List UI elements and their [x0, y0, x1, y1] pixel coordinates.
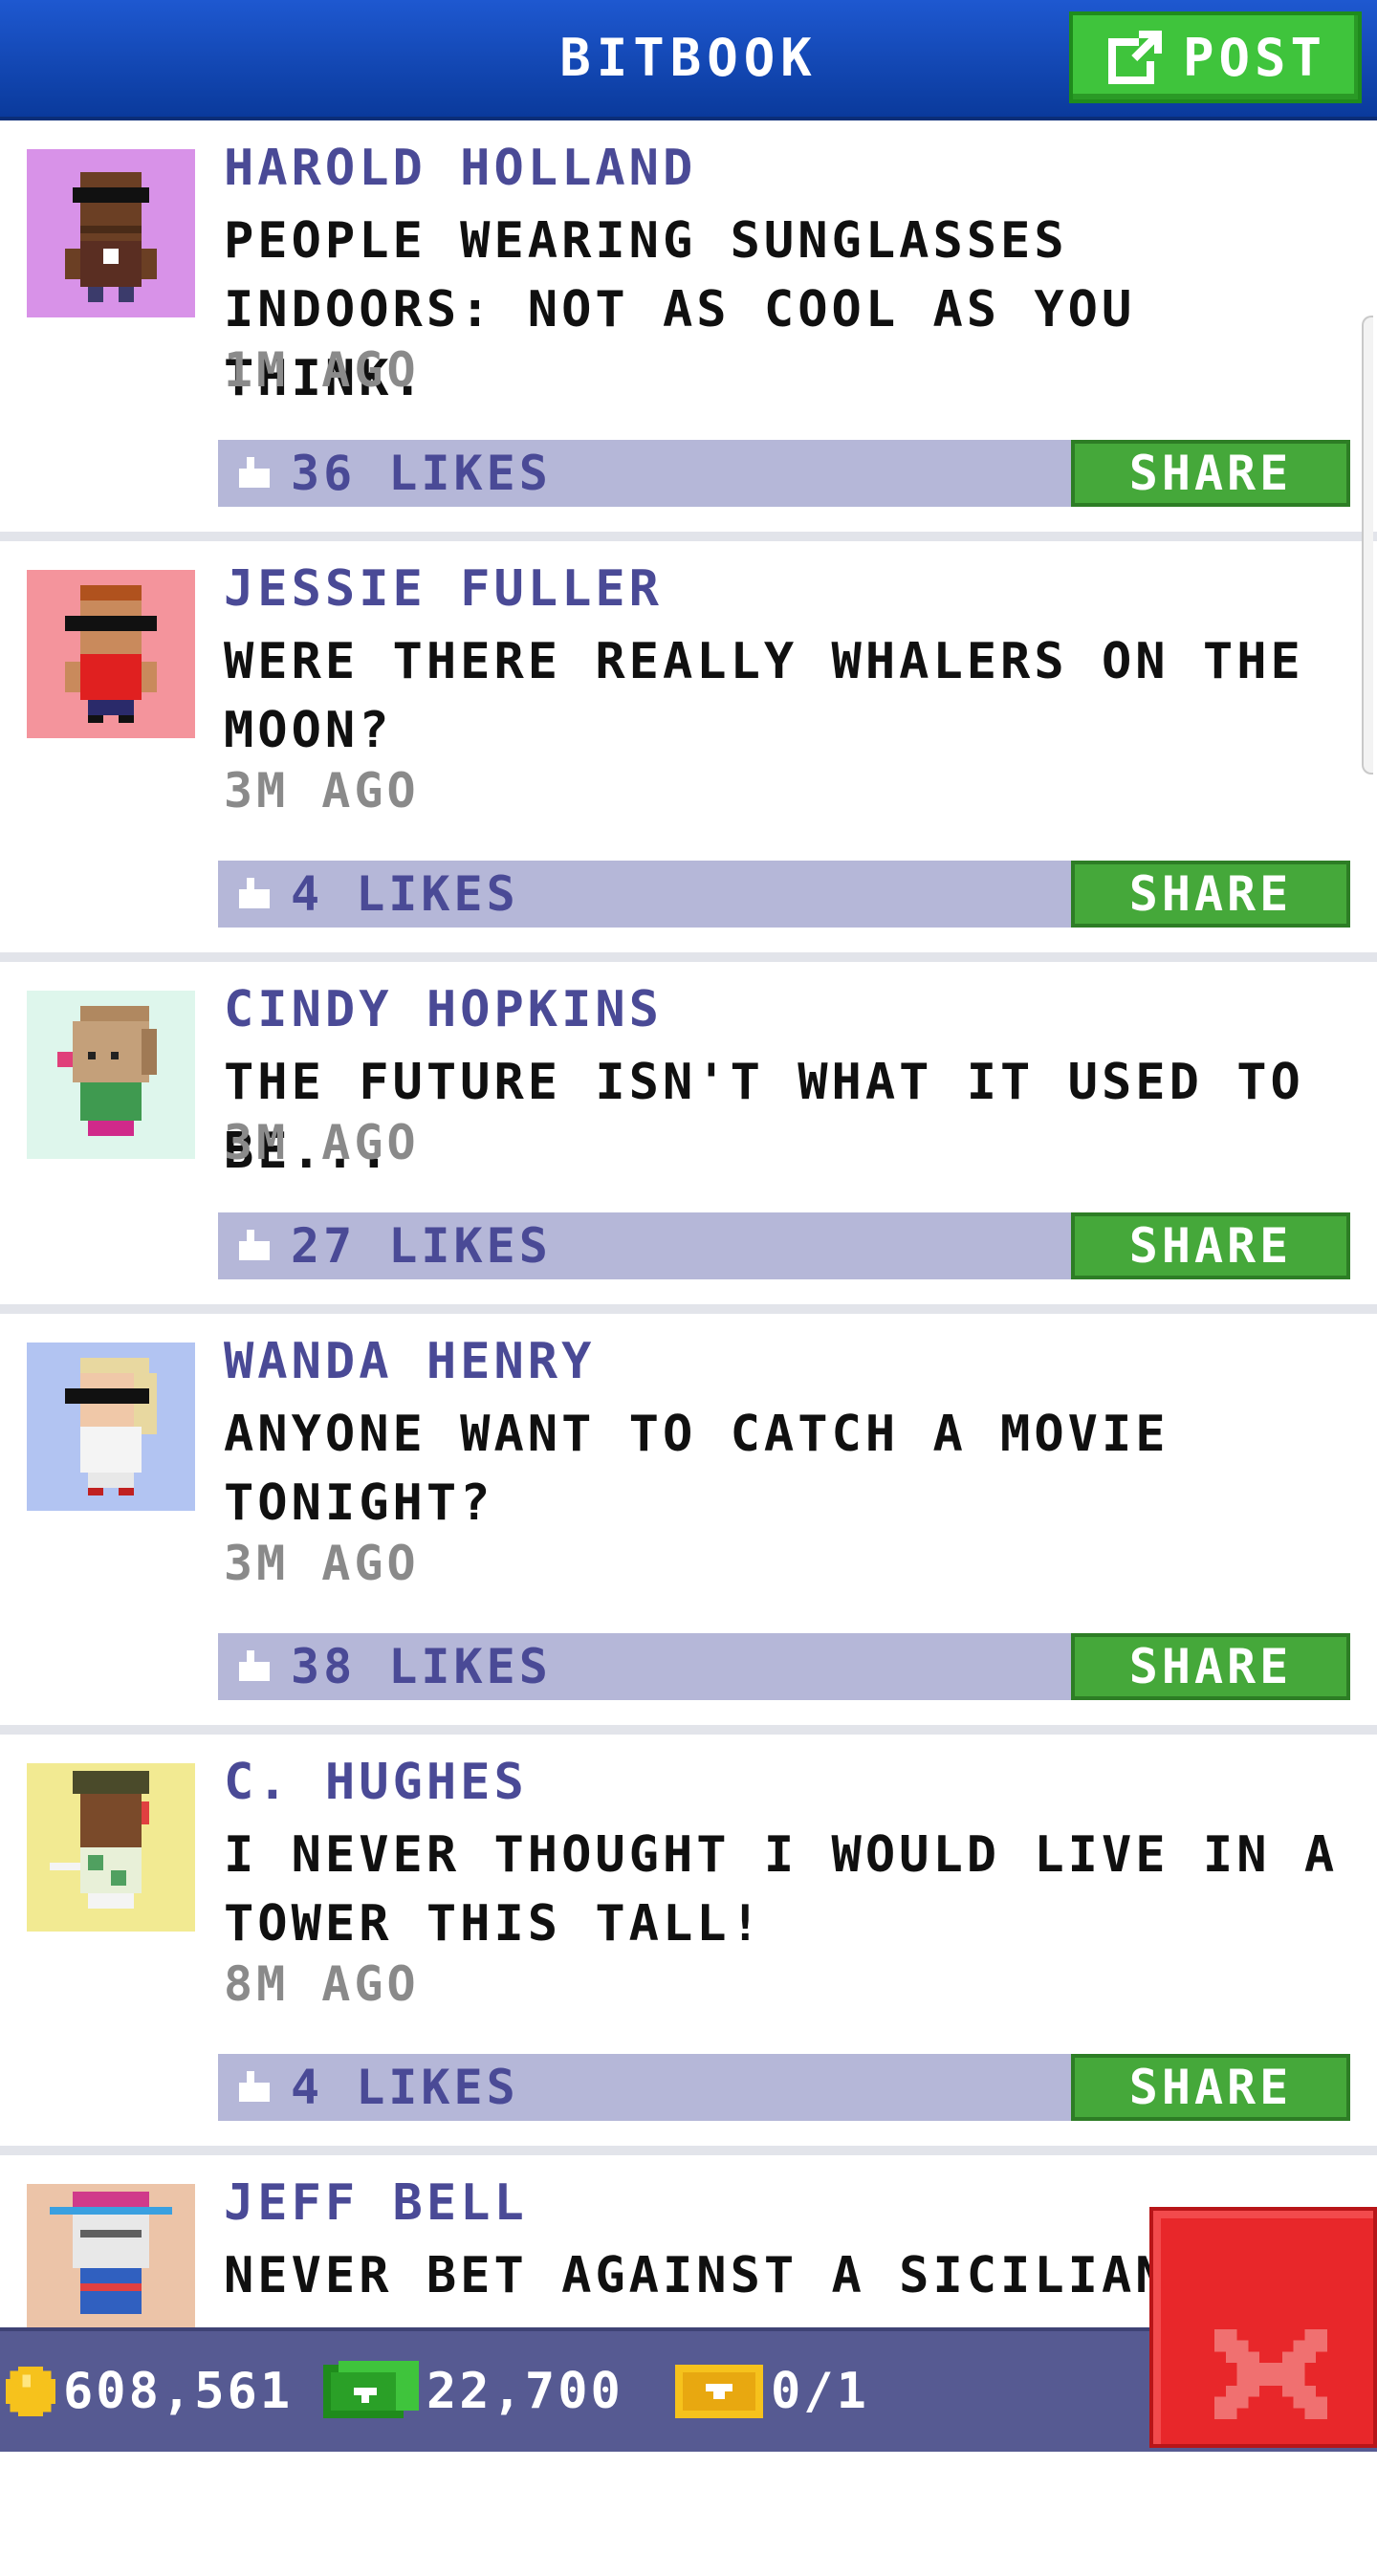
post-author[interactable]: HAROLD HOLLAND [224, 140, 696, 197]
like-count: 36 LIKES [291, 446, 552, 501]
coins-display: 608,561 [6, 2331, 293, 2452]
thumbs-up-icon[interactable] [235, 1230, 273, 1264]
avatar[interactable] [27, 991, 195, 1159]
post-time: 3M AGO [224, 1536, 420, 1591]
bux-icon [323, 2361, 419, 2418]
feed-post: JESSIE FULLER WERE THERE REALLY WHALERS … [0, 541, 1377, 962]
like-count: 4 LIKES [291, 866, 519, 922]
avatar[interactable] [27, 570, 195, 738]
feed-post: HAROLD HOLLAND PEOPLE WEARING SUNGLASSES… [0, 120, 1377, 541]
post-message: ANYONE WANT TO CATCH A MOVIE TONIGHT? [224, 1406, 1169, 1532]
post-author[interactable]: CINDY HOPKINS [224, 981, 663, 1038]
post-time: 3M AGO [224, 1115, 420, 1170]
coins-value: 608,561 [63, 2363, 294, 2420]
avatar[interactable] [27, 1763, 195, 1932]
post-time: 3M AGO [224, 763, 420, 819]
close-button[interactable] [1149, 2207, 1377, 2448]
close-icon [1214, 2328, 1327, 2420]
like-bar: 4 LIKES SHARE [218, 861, 1350, 928]
avatar[interactable] [27, 149, 195, 317]
like-count: 27 LIKES [291, 1218, 552, 1274]
tickets-value: 0/1 [771, 2363, 869, 2420]
thumbs-up-icon[interactable] [235, 1650, 273, 1685]
thumbs-up-icon[interactable] [235, 457, 273, 491]
share-button[interactable]: SHARE [1071, 440, 1350, 507]
tickets-display: 0/1 [675, 2331, 869, 2452]
post-button[interactable]: POST [1069, 11, 1362, 103]
share-button[interactable]: SHARE [1071, 861, 1350, 928]
share-button[interactable]: SHARE [1071, 1212, 1350, 1279]
post-author[interactable]: WANDA HENRY [224, 1333, 595, 1390]
app-header: BITBOOK POST [0, 0, 1377, 120]
thumbs-up-icon[interactable] [235, 878, 273, 912]
bux-value: 22,700 [426, 2363, 623, 2420]
thumbs-up-icon[interactable] [235, 2071, 273, 2106]
share-button[interactable]: SHARE [1071, 2054, 1350, 2121]
feed-post: C. HUGHES I NEVER THOUGHT I WOULD LIVE I… [0, 1735, 1377, 2155]
post-message: WERE THERE REALLY WHALERS ON THE MOON? [224, 633, 1304, 759]
feed-post: WANDA HENRY ANYONE WANT TO CATCH A MOVIE… [0, 1314, 1377, 1735]
post-author[interactable]: JESSIE FULLER [224, 560, 663, 618]
avatar[interactable] [27, 1343, 195, 1511]
bux-display: 22,700 [323, 2331, 623, 2452]
coin-icon [6, 2367, 55, 2416]
post-time: 1M AGO [224, 342, 420, 398]
post-author[interactable]: C. HUGHES [224, 1754, 528, 1811]
post-time: 8M AGO [224, 1956, 420, 2012]
post-button-label: POST [1182, 27, 1327, 88]
like-count: 38 LIKES [291, 1639, 552, 1694]
feed-post: CINDY HOPKINS THE FUTURE ISN'T WHAT IT U… [0, 962, 1377, 1314]
post-message: I NEVER THOUGHT I WOULD LIVE IN A TOWER … [224, 1826, 1339, 1953]
scrollbar[interactable] [1362, 316, 1373, 775]
like-bar: 36 LIKES SHARE [218, 440, 1350, 507]
compose-icon [1107, 31, 1162, 84]
like-count: 4 LIKES [291, 2060, 519, 2115]
like-bar: 38 LIKES SHARE [218, 1633, 1350, 1700]
ticket-icon [675, 2365, 763, 2418]
post-author[interactable]: JEFF BELL [224, 2174, 528, 2232]
like-bar: 27 LIKES SHARE [218, 1212, 1350, 1279]
share-button[interactable]: SHARE [1071, 1633, 1350, 1700]
like-bar: 4 LIKES SHARE [218, 2054, 1350, 2121]
